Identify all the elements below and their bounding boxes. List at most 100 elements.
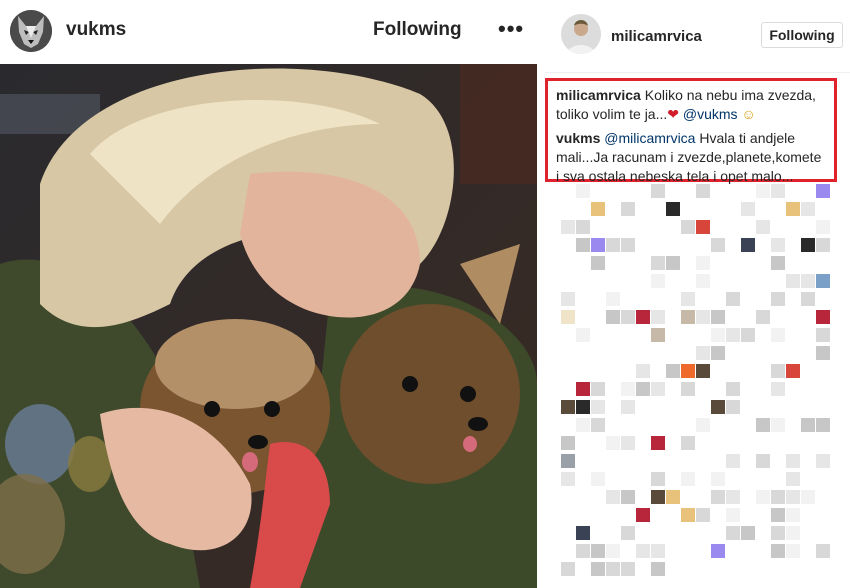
pixel-block <box>591 382 605 396</box>
pixel-block <box>801 292 815 306</box>
left-username[interactable]: vukms <box>66 19 126 41</box>
pixel-block <box>636 382 650 396</box>
pixel-block <box>771 526 785 540</box>
comment-item: milicamrvica Koliko na nebu ima zvezda, … <box>556 86 826 124</box>
pixel-block <box>756 220 770 234</box>
pixel-block <box>576 238 590 252</box>
obscured-comments <box>545 182 850 588</box>
pixel-block <box>666 256 680 270</box>
pixel-block <box>621 490 635 504</box>
pixel-block <box>606 310 620 324</box>
pixel-block <box>696 418 710 432</box>
pixel-block <box>816 418 830 432</box>
pixel-block <box>726 382 740 396</box>
header-divider <box>545 72 850 73</box>
pixel-block <box>591 544 605 558</box>
pixel-block <box>711 400 725 414</box>
pixel-block <box>786 364 800 378</box>
pixel-block <box>651 490 665 504</box>
pixel-block <box>576 220 590 234</box>
pixel-block <box>711 310 725 324</box>
pixel-block <box>726 400 740 414</box>
pixel-block <box>666 202 680 216</box>
pixel-block <box>561 400 575 414</box>
pixel-block <box>771 328 785 342</box>
pixel-block <box>636 508 650 522</box>
pixel-block <box>591 472 605 486</box>
post-photo[interactable] <box>0 64 537 588</box>
pixel-block <box>756 418 770 432</box>
pixel-block <box>576 184 590 198</box>
pixel-block <box>801 202 815 216</box>
pixel-block <box>576 526 590 540</box>
pixel-block <box>816 274 830 288</box>
pixel-block <box>621 382 635 396</box>
pixel-block <box>771 292 785 306</box>
vukms-avatar[interactable] <box>10 10 52 52</box>
left-following-button[interactable]: Following <box>373 19 462 41</box>
pixel-block <box>696 274 710 288</box>
pixel-block <box>816 238 830 252</box>
pixel-block <box>651 562 665 576</box>
pixel-block <box>801 274 815 288</box>
pixel-block <box>561 436 575 450</box>
pixel-block <box>801 418 815 432</box>
comment-mention[interactable]: @milicamrvica <box>604 130 695 146</box>
pixel-block <box>651 328 665 342</box>
pixel-block <box>771 364 785 378</box>
pixel-block <box>561 472 575 486</box>
pixel-block <box>606 436 620 450</box>
pixel-block <box>576 400 590 414</box>
more-options-icon[interactable]: ••• <box>498 16 524 42</box>
milicamrvica-avatar[interactable] <box>561 14 601 54</box>
pixel-block <box>591 562 605 576</box>
pixel-block <box>771 490 785 504</box>
pixel-block <box>726 508 740 522</box>
pixel-block <box>651 274 665 288</box>
right-username[interactable]: milicamrvica <box>611 28 702 45</box>
pixel-block <box>711 238 725 252</box>
wolf-avatar-icon <box>10 10 52 52</box>
pixel-block <box>621 310 635 324</box>
pixel-block <box>741 526 755 540</box>
pixel-block <box>801 490 815 504</box>
comment-mention[interactable]: @vukms <box>683 106 738 122</box>
pixel-block <box>666 490 680 504</box>
pixel-block <box>606 238 620 252</box>
pixel-block <box>726 526 740 540</box>
pixel-block <box>786 508 800 522</box>
pixel-block <box>681 220 695 234</box>
pixel-block <box>651 184 665 198</box>
pixel-block <box>681 508 695 522</box>
pixel-block <box>816 328 830 342</box>
pixel-block <box>576 418 590 432</box>
pixel-block <box>786 526 800 540</box>
pixel-block <box>696 310 710 324</box>
pixel-block <box>651 436 665 450</box>
pixel-block <box>621 400 635 414</box>
pixel-block <box>606 490 620 504</box>
pixel-block <box>621 202 635 216</box>
pixel-block <box>591 256 605 270</box>
pixel-block <box>786 202 800 216</box>
pixel-block <box>651 382 665 396</box>
pixel-block <box>786 274 800 288</box>
pixel-block <box>771 508 785 522</box>
pixel-block <box>696 256 710 270</box>
pixel-block <box>636 364 650 378</box>
pixel-block <box>711 328 725 342</box>
right-following-button[interactable]: Following <box>761 22 843 48</box>
pixel-block <box>591 418 605 432</box>
pixel-block <box>786 490 800 504</box>
pixel-block <box>726 292 740 306</box>
left-post-header: vukms Following ••• <box>0 0 537 64</box>
pixel-block <box>681 364 695 378</box>
pixel-block <box>636 544 650 558</box>
pixel-block <box>786 544 800 558</box>
comment-username[interactable]: milicamrvica <box>556 87 641 103</box>
pixel-block <box>816 184 830 198</box>
pixel-block <box>786 454 800 468</box>
pixel-block <box>711 472 725 486</box>
comment-username[interactable]: vukms <box>556 130 600 146</box>
pixel-block <box>576 544 590 558</box>
